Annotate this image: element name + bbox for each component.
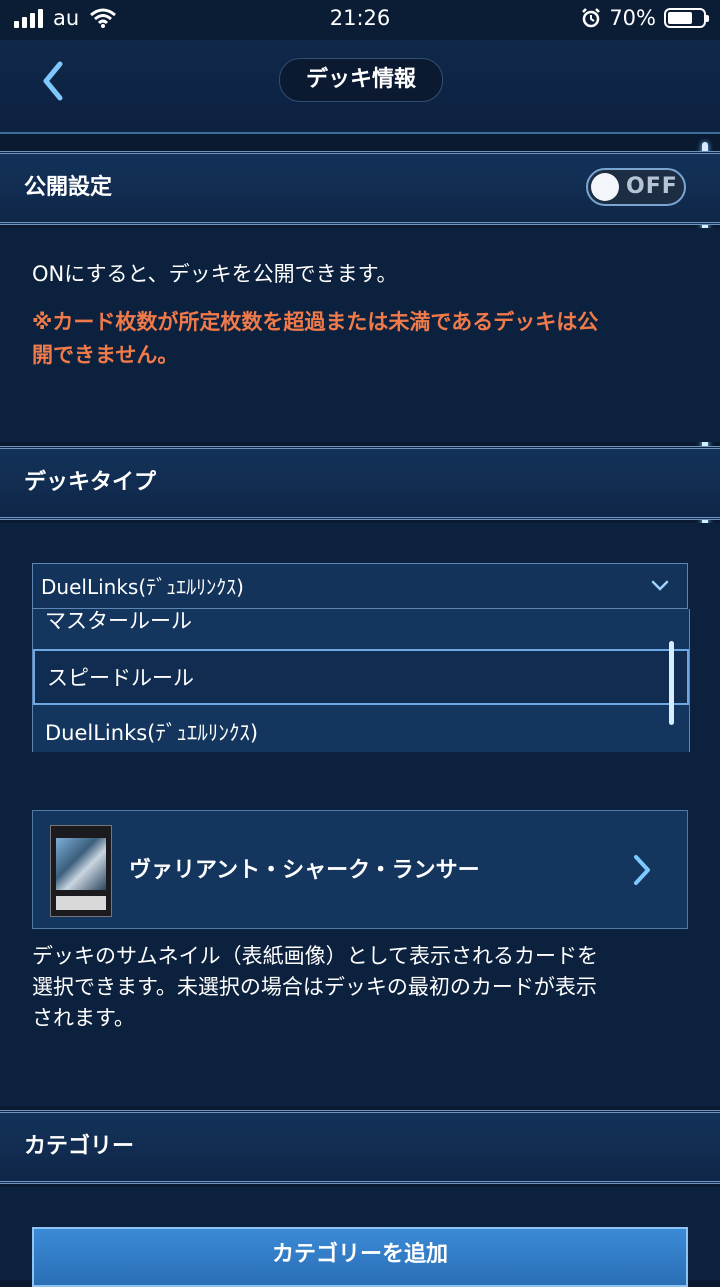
status-bar: au 21:26 70%	[0, 0, 720, 40]
thumbnail-help-line1: デッキのサムネイル（表紙画像）として表示されるカードを	[32, 944, 598, 968]
public-warning-line1: ※カード枚数が所定枚数を超過または未満であるデッキは公	[32, 310, 599, 334]
dropdown-scrollbar[interactable]	[669, 641, 674, 725]
toggle-state-label: OFF	[626, 174, 678, 199]
battery-percent: 70%	[609, 6, 656, 30]
chevron-down-icon	[651, 580, 669, 591]
status-right: 70%	[581, 6, 709, 30]
battery-icon	[664, 8, 709, 28]
thumbnail-help-line3: されます。	[32, 1006, 135, 1030]
deck-type-select[interactable]: DuelLinks(ﾃﾞｭｴﾙﾘﾝｸｽ)	[32, 563, 688, 609]
toggle-knob	[591, 173, 619, 201]
public-warning-line2: 開できません。	[32, 343, 179, 367]
category-label: カテゴリー	[24, 1134, 135, 1159]
add-category-button[interactable]: カテゴリーを追加	[32, 1227, 688, 1287]
back-icon[interactable]	[34, 58, 74, 104]
public-setting-panel: ONにすると、デッキを公開できます。 ※カード枚数が所定枚数を超過または未満であ…	[0, 228, 720, 442]
page-title: デッキ情報	[279, 58, 443, 102]
public-description: ONにすると、デッキを公開できます。	[32, 262, 398, 286]
public-toggle[interactable]: OFF	[586, 168, 686, 206]
card-thumbnail	[50, 825, 112, 917]
thumbnail-help-line2: 選択できます。未選択の場合はデッキの最初のカードが表示	[32, 975, 597, 999]
category-bar: カテゴリー	[0, 1110, 720, 1184]
deck-type-label: デッキタイプ	[24, 470, 157, 495]
card-name: ヴァリアント・シャーク・ランサー	[129, 858, 480, 883]
dropdown-option[interactable]: マスタールール	[33, 609, 689, 650]
header-bar: デッキ情報	[0, 40, 720, 134]
public-setting-label: 公開設定	[24, 175, 113, 200]
dropdown-option[interactable]: DuelLinks(ﾃﾞｭｴﾙﾘﾝｸｽ)	[33, 706, 689, 752]
dropdown-option-selected[interactable]: スピードルール	[33, 649, 689, 705]
public-setting-bar: 公開設定 OFF	[0, 151, 720, 225]
thumbnail-card-button[interactable]: ヴァリアント・シャーク・ランサー	[32, 810, 688, 929]
deck-type-selected: DuelLinks(ﾃﾞｭｴﾙﾘﾝｸｽ)	[41, 575, 244, 599]
chevron-right-icon	[634, 855, 650, 885]
deck-type-options: マスタールール スピードルール DuelLinks(ﾃﾞｭｴﾙﾘﾝｸｽ)	[32, 609, 690, 752]
deck-type-bar: デッキタイプ	[0, 446, 720, 520]
alarm-icon	[582, 8, 601, 28]
